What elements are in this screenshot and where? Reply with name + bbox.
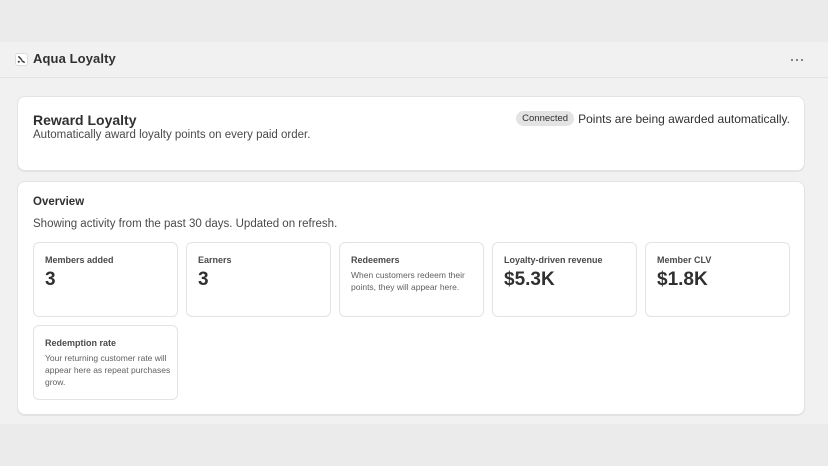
metric-redeemers: Redeemers When customers redeem their po… — [339, 242, 484, 317]
metric-redemption-rate: Redemption rate Your returning customer … — [33, 325, 178, 400]
metric-label: Member CLV — [657, 255, 712, 265]
overview-subtitle: Showing activity from the past 30 days. … — [33, 218, 338, 230]
metric-member-clv: Member CLV $1.8K — [645, 242, 790, 317]
metric-value: $5.3K — [504, 269, 555, 290]
metric-label: Redemption rate — [45, 338, 117, 348]
metric-description: Your returning customer rate will appear… — [45, 353, 171, 387]
metric-value: 3 — [198, 269, 209, 290]
metric-earners: Earners 3 — [186, 242, 331, 317]
more-horizontal-icon — [790, 58, 794, 62]
overview-card: Overview Showing activity from the past … — [17, 181, 805, 415]
reward-title: Reward Loyalty — [33, 112, 137, 128]
metric-value: 3 — [45, 269, 56, 290]
metric-label: Earners — [198, 255, 232, 265]
connected-status-badge: Connected — [516, 111, 575, 126]
aqua-loyalty-logo-icon — [15, 53, 28, 66]
more-actions-button[interactable] — [786, 52, 808, 68]
metric-loyalty-driven-revenue: Loyalty-driven revenue $5.3K — [492, 242, 637, 317]
metric-label: Loyalty-driven revenue — [504, 255, 603, 265]
metric-value: $1.8K — [657, 269, 708, 290]
metric-description: When customers redeem their points, they… — [351, 270, 465, 292]
reward-description: Automatically award loyalty points on ev… — [33, 129, 311, 141]
status-text: Points are being awarded automatically. — [578, 111, 790, 126]
app-header: Aqua Loyalty — [0, 42, 828, 78]
reward-loyalty-card: Reward Loyalty Automatically award loyal… — [17, 96, 805, 171]
app-frame: Aqua Loyalty Reward Loyalty Automaticall… — [0, 42, 828, 424]
metric-label: Redeemers — [351, 255, 400, 265]
overview-title: Overview — [33, 196, 85, 208]
status-row: Connected Points are being awarded autom… — [516, 111, 790, 126]
metric-members-added: Members added 3 — [33, 242, 178, 317]
metric-label: Members added — [45, 255, 114, 265]
app-title: Aqua Loyalty — [33, 51, 116, 66]
